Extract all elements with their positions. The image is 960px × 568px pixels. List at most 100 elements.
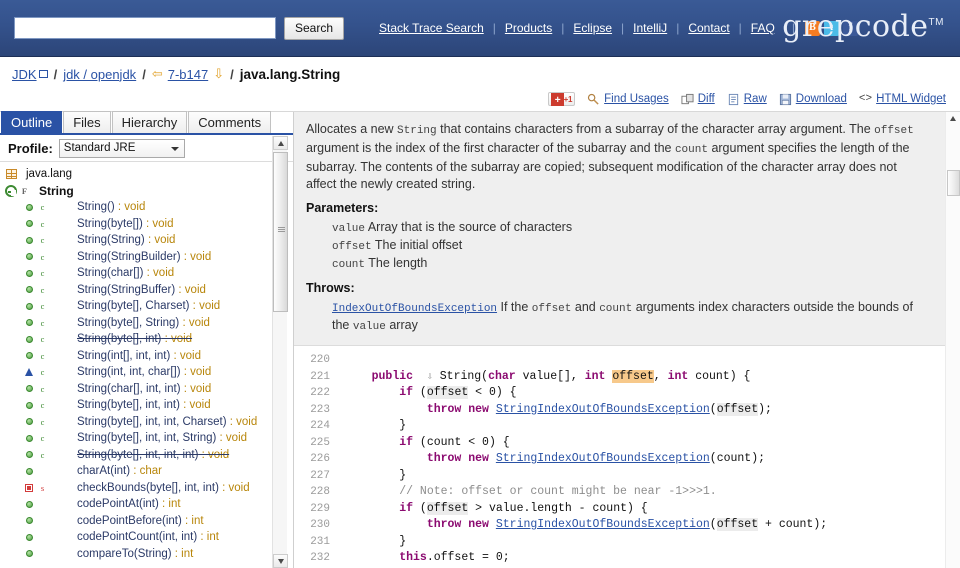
code-line[interactable]: 223 throw new StringIndexOutOfBoundsExce… <box>294 402 960 419</box>
tree-item-label: codePointBefore(int) : int <box>77 514 204 527</box>
blue-triangle-icon <box>22 368 36 377</box>
tree-member-node[interactable]: c String(byte[], String) : void <box>0 315 293 332</box>
parameter-row: offset The initial offset <box>332 237 928 255</box>
code-identifier[interactable]: offset <box>426 501 469 515</box>
code-type-link[interactable]: StringIndexOutOfBoundsException <box>496 403 710 416</box>
code-line[interactable]: 229 if (offset > value.length - count) { <box>294 501 960 518</box>
code-keyword: throw new <box>426 518 489 531</box>
content-scrollbar[interactable] <box>945 112 960 568</box>
find-usages-link[interactable]: Find Usages <box>604 93 669 105</box>
arrow-up-icon <box>277 140 284 146</box>
code-line-content: } <box>344 468 407 482</box>
method-anchor-icon[interactable]: ⇩ <box>427 372 433 383</box>
download-link[interactable]: Download <box>796 93 847 105</box>
html-widget-action[interactable]: <> HTML Widget <box>859 93 946 105</box>
download-action[interactable]: Download <box>779 93 847 106</box>
tree-member-node[interactable]: charAt(int) : char <box>0 463 293 480</box>
nav-faq[interactable]: FAQ <box>742 21 784 35</box>
scrollbar-thumb[interactable] <box>273 152 288 312</box>
tab-hierarchy[interactable]: Hierarchy <box>111 111 188 133</box>
previous-version-icon[interactable]: ⇦ <box>152 66 163 82</box>
code-line[interactable]: 232 this.offset = 0; <box>294 550 960 567</box>
html-widget-link[interactable]: HTML Widget <box>876 93 946 105</box>
tree-member-node[interactable]: c String(int[], int, int) : void <box>0 348 293 365</box>
tree-class-node[interactable]: F String <box>0 183 293 200</box>
parameter-row: count The length <box>332 255 928 273</box>
nav-contact[interactable]: Contact <box>679 21 738 35</box>
outline-tree[interactable]: java.lang F String c String() : void c String(… <box>0 162 293 568</box>
tab-outline[interactable]: Outline <box>1 111 63 133</box>
code-line[interactable]: 227 } <box>294 468 960 485</box>
code-identifier[interactable]: offset <box>426 386 469 399</box>
code-line[interactable]: 226 throw new StringIndexOutOfBoundsExce… <box>294 451 960 468</box>
outline-scrollbar[interactable] <box>272 136 288 568</box>
code-type-link[interactable]: StringIndexOutOfBoundsException <box>496 452 710 465</box>
tree-member-node[interactable]: c String(StringBuilder) : void <box>0 249 293 266</box>
tree-member-node[interactable]: c String(String) : void <box>0 232 293 249</box>
search-input[interactable] <box>14 17 276 39</box>
code-line[interactable]: 225 if (count < 0) { <box>294 435 960 452</box>
scroll-down-button[interactable] <box>273 554 288 568</box>
search-button[interactable]: Search <box>284 16 345 40</box>
code-line[interactable]: 231 } <box>294 534 960 551</box>
raw-action[interactable]: Raw <box>727 93 767 106</box>
tree-item-return-type: : void <box>142 217 174 230</box>
tree-package-node[interactable]: java.lang <box>0 166 293 183</box>
code-identifier[interactable]: offset <box>716 518 759 531</box>
tree-member-node[interactable]: c String(char[], int, int) : void <box>0 381 293 398</box>
code-line[interactable]: 222 if (offset < 0) { <box>294 385 960 402</box>
tree-member-node[interactable]: c String(int, int, char[]) : void <box>0 364 293 381</box>
scroll-up-button[interactable] <box>946 112 960 125</box>
code-identifier[interactable]: offset <box>716 402 759 416</box>
tree-member-node[interactable]: codePointAt(int) : int <box>0 496 293 513</box>
tree-modifier-marker: c <box>40 202 45 213</box>
exception-link[interactable]: IndexOutOfBoundsException <box>332 303 497 315</box>
tree-member-node[interactable]: c String(byte[], int) : void <box>0 331 293 348</box>
grepcode-logo[interactable]: grepcodeTM <box>782 9 944 44</box>
tree-member-node[interactable]: c String(StringBuffer) : void <box>0 282 293 299</box>
breadcrumb-project[interactable]: jdk / openjdk <box>63 67 136 82</box>
highlighted-identifier[interactable]: offset <box>612 369 654 383</box>
scroll-up-button[interactable] <box>273 136 288 150</box>
nav-eclipse[interactable]: Eclipse <box>564 21 621 35</box>
diff-action[interactable]: Diff <box>681 93 715 106</box>
code-type-link[interactable]: StringIndexOutOfBoundsException <box>496 518 710 531</box>
code-line[interactable]: 220 <box>294 352 960 369</box>
tree-member-node[interactable]: c String() : void <box>0 199 293 216</box>
version-dropdown-icon[interactable]: ⇩ <box>213 66 224 82</box>
plus-one-button[interactable]: + +1 <box>547 92 576 106</box>
raw-link[interactable]: Raw <box>744 93 767 105</box>
nav-intellij[interactable]: IntelliJ <box>624 21 676 35</box>
breadcrumb-version[interactable]: 7-b147 <box>168 67 208 82</box>
nav-products[interactable]: Products <box>496 21 561 35</box>
tree-member-node[interactable]: c String(byte[], int, int) : void <box>0 397 293 414</box>
tree-member-node[interactable]: compareTo(String) : int <box>0 546 293 563</box>
find-usages-action[interactable]: Find Usages <box>587 93 669 106</box>
tree-modifier-marker: F <box>21 185 28 196</box>
code-line[interactable]: 230 throw new StringIndexOutOfBoundsExce… <box>294 517 960 534</box>
tree-member-node[interactable]: c String(char[]) : void <box>0 265 293 282</box>
tab-comments[interactable]: Comments <box>188 111 272 133</box>
inline-code: count <box>674 144 708 156</box>
nav-stack-trace-search[interactable]: Stack Trace Search <box>370 21 493 35</box>
tree-member-node[interactable]: c String(byte[]) : void <box>0 216 293 233</box>
tree-member-node[interactable]: codePointBefore(int) : int <box>0 513 293 530</box>
tree-item-return-type: : void <box>143 267 175 280</box>
tree-member-node[interactable]: s checkBounds(byte[], int, int) : void <box>0 480 293 497</box>
source-code-viewer[interactable]: 220 221 public ⇩ String(char value[], int… <box>294 346 960 568</box>
tab-files[interactable]: Files <box>63 111 111 133</box>
profile-select[interactable]: Standard JRE <box>58 138 185 158</box>
tree-item-label: java.lang <box>26 168 73 181</box>
diff-link[interactable]: Diff <box>698 93 715 105</box>
tree-member-node[interactable]: c String(byte[], int, int, int) : void <box>0 447 293 464</box>
tree-member-node[interactable]: c String(byte[], int, int, Charset) : voi… <box>0 414 293 431</box>
code-line[interactable]: 221 public ⇩ String(char value[], int of… <box>294 369 960 386</box>
tree-member-node[interactable]: codePointCount(int, int) : int <box>0 529 293 546</box>
code-line[interactable]: 228 // Note: offset or count might be ne… <box>294 484 960 501</box>
scrollbar-thumb[interactable] <box>947 170 960 196</box>
tree-member-node[interactable]: c String(byte[], int, int, String) : void <box>0 430 293 447</box>
tree-member-node[interactable]: c String(byte[], Charset) : void <box>0 298 293 315</box>
breadcrumb-jdk[interactable]: JDK <box>12 67 37 82</box>
page-icon <box>728 93 738 105</box>
code-line[interactable]: 224 } <box>294 418 960 435</box>
